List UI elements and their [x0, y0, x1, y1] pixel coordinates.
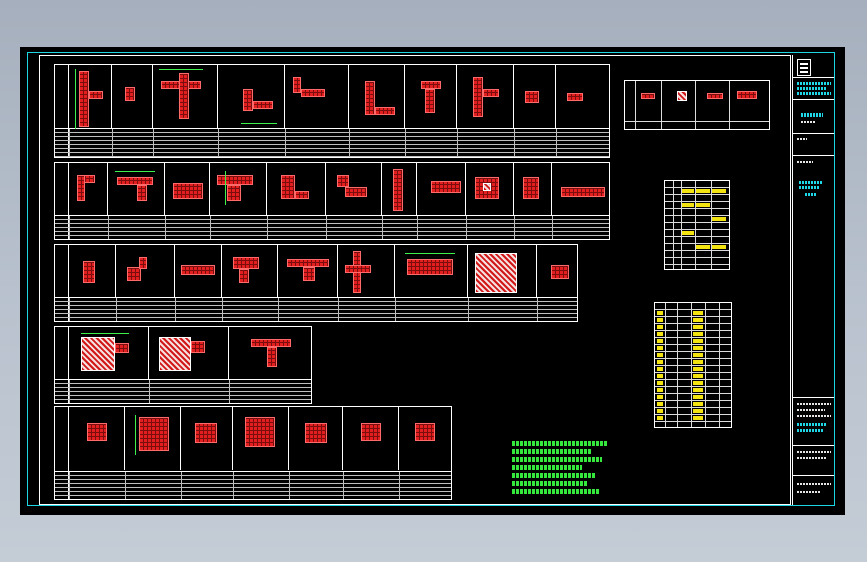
- column-section: [425, 89, 435, 113]
- reinforcement-summary-table: [664, 180, 730, 270]
- column-section: [89, 91, 103, 99]
- column-section: [375, 107, 395, 115]
- column-detail-table-row-3: [54, 244, 578, 322]
- column-detail-table-row-4: [54, 326, 312, 404]
- general-notes: [512, 441, 612, 497]
- section-legend-table: [624, 80, 770, 130]
- column-section: [253, 101, 273, 109]
- column-detail-table-row-1: [54, 64, 610, 158]
- column-section: [567, 93, 583, 101]
- column-section: [125, 87, 135, 101]
- column-section: [483, 89, 499, 97]
- column-section: [525, 91, 539, 103]
- column-section: [301, 89, 325, 97]
- column-section: [79, 71, 89, 127]
- column-detail-table-row-2: [54, 162, 610, 240]
- column-section: [293, 77, 301, 93]
- column-detail-table-row-5: [54, 406, 452, 500]
- cad-viewport[interactable]: [20, 47, 845, 515]
- drawing-frame: [39, 55, 791, 505]
- column-section: [243, 89, 253, 111]
- column-section: [421, 81, 441, 89]
- title-block: [792, 55, 834, 505]
- column-section: [179, 73, 189, 119]
- logo-icon: [797, 59, 811, 76]
- column-section: [473, 77, 483, 117]
- rebar-schedule-table: [654, 302, 732, 428]
- column-section: [365, 81, 375, 115]
